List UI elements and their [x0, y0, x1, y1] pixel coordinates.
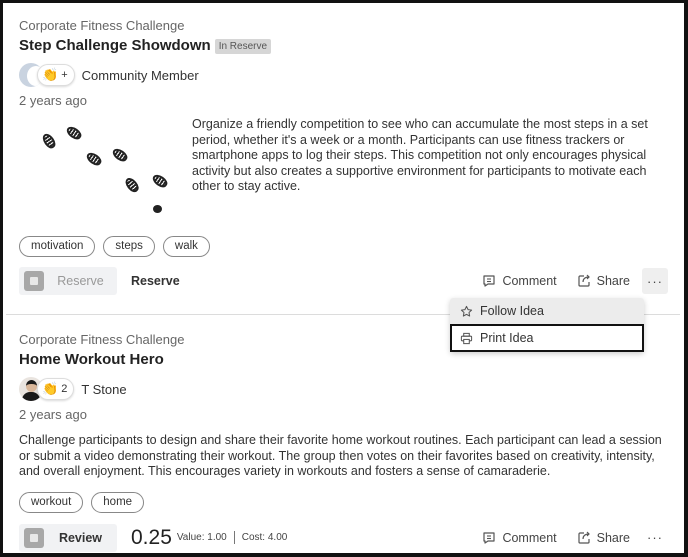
clap-count: 2: [61, 383, 68, 395]
menu-item-follow-idea[interactable]: Follow Idea: [450, 298, 644, 324]
comment-button[interactable]: Comment: [482, 531, 557, 545]
clap-count: +: [61, 69, 68, 81]
footprint-icon: [64, 124, 84, 142]
share-button[interactable]: Share: [577, 531, 630, 545]
idea-title[interactable]: Home Workout Hero: [19, 350, 164, 370]
tag-list: workout home: [19, 491, 668, 513]
idea-description: Challenge participants to design and sha…: [19, 433, 662, 478]
chart-icon: [24, 527, 44, 548]
tag[interactable]: home: [91, 491, 145, 513]
tag[interactable]: motivation: [19, 236, 96, 257]
footprint-icon: [40, 131, 58, 151]
menu-item-print-idea[interactable]: Print Idea: [450, 324, 644, 352]
clap-icon: 👏: [42, 67, 59, 82]
reserve-stage-button[interactable]: Reserve: [19, 267, 117, 295]
idea-title[interactable]: Step Challenge Showdown: [19, 36, 211, 56]
score-value: 0.25: [131, 525, 172, 549]
printer-icon: [460, 332, 473, 344]
comment-button[interactable]: Comment: [482, 274, 557, 288]
author-name[interactable]: Community Member: [82, 68, 199, 83]
value-label: Value: 1.00: [176, 532, 227, 543]
author-row: 👏 2 T Stone: [19, 377, 668, 401]
cost-label: Cost: 4.00: [241, 532, 288, 543]
footprint-icon: [153, 205, 162, 213]
more-options-button[interactable]: ···: [642, 268, 668, 294]
idea-feed: Corporate Fitness Challenge Step Challen…: [0, 0, 688, 557]
clap-icon: 👏: [42, 381, 59, 396]
tag[interactable]: walk: [162, 236, 210, 257]
idea-card: Corporate Fitness Challenge Step Challen…: [19, 18, 668, 295]
status-badge: In Reserve: [214, 38, 272, 54]
more-options-menu: Follow Idea Print Idea: [450, 298, 644, 352]
idea-category[interactable]: Corporate Fitness Challenge: [19, 18, 668, 34]
footprint-icon: [84, 150, 104, 168]
tag[interactable]: workout: [19, 491, 84, 513]
footprints-image[interactable]: [19, 117, 179, 217]
stage-icon: [24, 271, 44, 291]
share-icon: [578, 274, 590, 287]
idea-card: Corporate Fitness Challenge Home Workout…: [19, 332, 668, 552]
star-icon: [460, 305, 473, 317]
review-stage-button[interactable]: Review: [19, 523, 117, 552]
tag-list: motivation steps walk: [19, 236, 668, 257]
clap-button[interactable]: 👏 2: [37, 378, 75, 400]
timestamp: 2 years ago: [19, 407, 87, 422]
author-row: 👏 + Community Member: [19, 63, 668, 87]
share-icon: [578, 531, 590, 544]
comment-icon: [483, 275, 496, 287]
idea-description: Organize a friendly competition to see w…: [192, 117, 648, 193]
stage-name: Reserve: [131, 274, 180, 288]
author-name[interactable]: T Stone: [81, 382, 126, 397]
share-button[interactable]: Share: [577, 274, 630, 288]
comment-icon: [483, 531, 496, 544]
footprint-icon: [123, 175, 141, 195]
clap-button[interactable]: 👏 +: [37, 64, 75, 86]
separator: [233, 531, 235, 544]
timestamp: 2 years ago: [19, 93, 87, 108]
more-options-button[interactable]: ···: [642, 525, 668, 551]
tag[interactable]: steps: [103, 236, 155, 257]
footprint-icon: [110, 146, 130, 164]
footprint-icon: [150, 172, 170, 190]
